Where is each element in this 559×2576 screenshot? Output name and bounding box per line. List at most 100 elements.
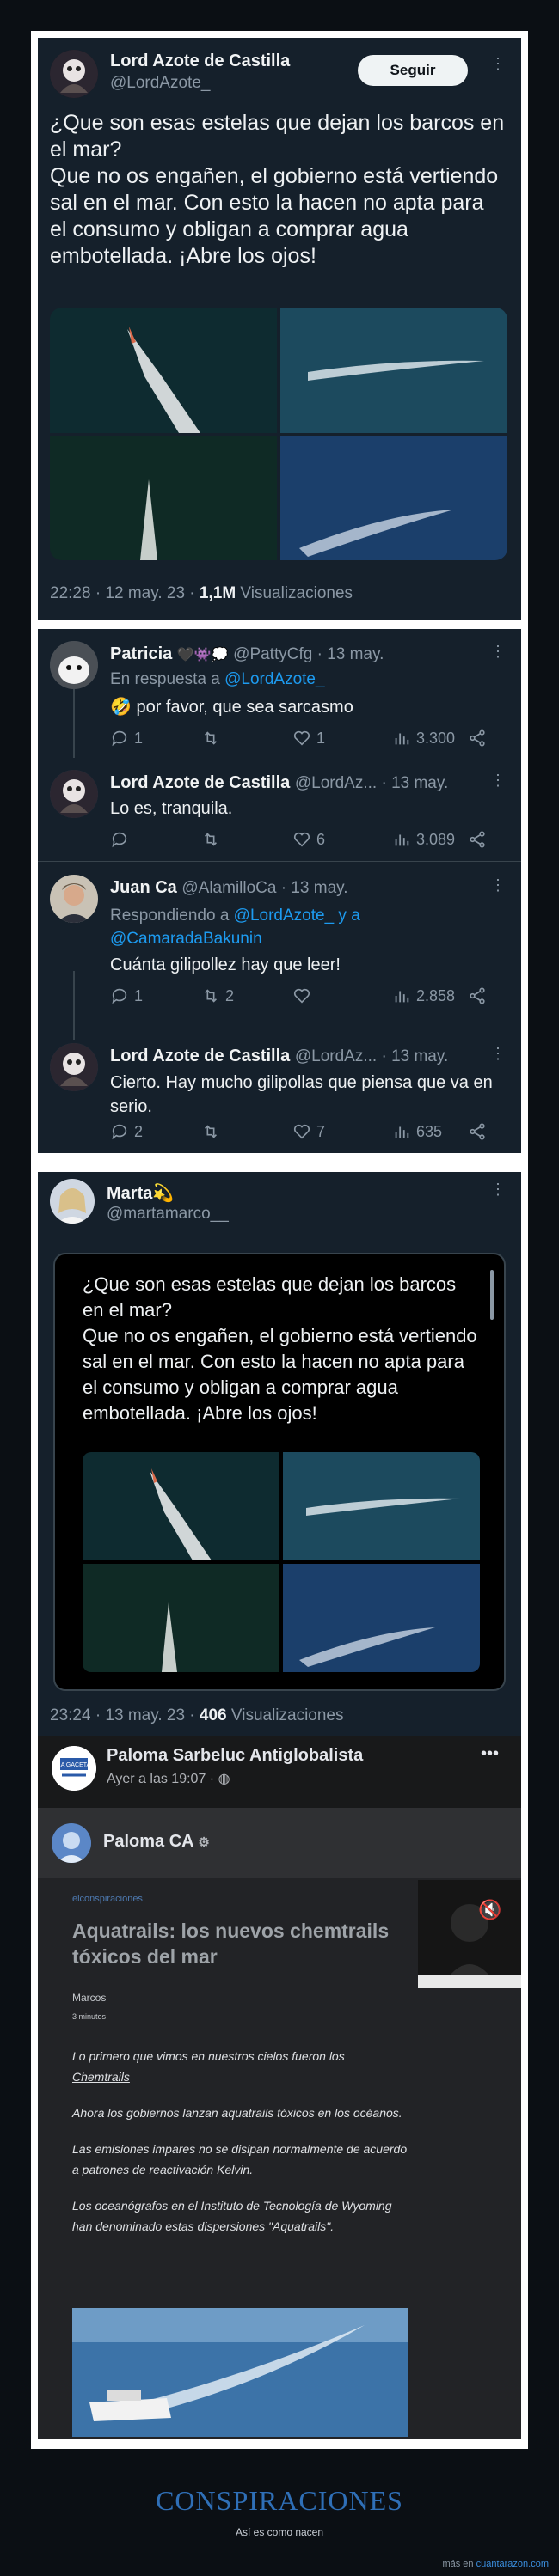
article-paragraph: Las emisiones impares no se disipan norm… [72,2142,408,2176]
share-button[interactable] [468,830,487,849]
meme-title: CONSPIRACIONES [156,2485,403,2516]
credit-link[interactable]: cuantarazon.com [476,2559,549,2569]
views-button[interactable]: 3.089 [392,830,455,849]
avatar[interactable] [50,1043,98,1091]
chemtrails-link[interactable]: Chemtrails [72,2070,130,2084]
views-button[interactable]: 635 [392,1122,442,1141]
reply-button[interactable]: 1 [110,986,143,1005]
more-options-icon[interactable]: ⋮ [490,1045,507,1063]
more-options-icon[interactable]: ••• [481,1744,499,1764]
comment-icon [112,832,127,848]
avatar[interactable] [50,770,98,818]
shared-screenshot[interactable]: Paloma CA ⚙ elconspiraciones Aquatrails:… [38,1808,521,2439]
avatar[interactable]: LA GACETA [52,1746,96,1791]
reply-author-name[interactable]: Patricia [110,644,172,663]
retweet-icon [204,731,218,745]
reply-meta[interactable]: @AlamilloCa · 13 may. [181,879,347,897]
views-label: Visualizaciones [226,1706,344,1724]
retweet-button[interactable]: 2 [201,986,234,1005]
retweet-button[interactable] [201,1122,225,1141]
avatar[interactable] [50,641,98,689]
heart-icon [293,1124,310,1139]
views-button[interactable]: 3.300 [392,729,455,748]
retweet-count: 2 [225,986,235,1004]
reply-author-name[interactable]: Lord Azote de Castilla [110,773,290,792]
retweet-button[interactable] [201,830,225,849]
reply-button[interactable]: 1 [110,729,143,748]
inner-header: Paloma CA ⚙ [38,1808,521,1878]
inner-author-name[interactable]: Paloma CA ⚙ [103,1832,210,1852]
video-thumbnail[interactable]: 🔇 [418,1880,521,1988]
comment-icon [112,730,127,747]
share-button[interactable] [468,1122,487,1141]
article-paragraph: Lo primero que vimos en nuestros cielos … [72,2046,408,2087]
original-tweet-panel: Lord Azote de Castilla @LordAzote_ Segui… [38,38,521,620]
reply-actions: 1 2 2.858 [38,986,521,1007]
reply-to-link[interactable]: @LordAzote_ [224,670,324,688]
article-author: Marcos [72,1992,107,2004]
credit-prefix: más en [442,2559,476,2569]
reply-meta[interactable]: @PattyCfg · 13 may. [233,645,384,663]
tweet-image-grid[interactable] [50,308,507,560]
quoted-image-grid[interactable] [83,1452,480,1672]
more-options-icon[interactable]: ⋮ [490,876,507,894]
replies-panel: Patricia 🖤👾💭 @PattyCfg · 13 may. ⋮ En re… [38,629,521,1153]
article-title[interactable]: Aquatrails: los nuevos chemtrails tóxico… [72,1918,408,1969]
reply-button[interactable]: 2 [110,1122,143,1141]
reply-meta[interactable]: @LordAz... · 13 may. [295,1047,448,1065]
analytics-icon [395,991,409,1003]
like-button[interactable]: 1 [292,729,325,748]
scrollbar[interactable] [490,1270,494,1320]
heart-icon [293,730,310,746]
tweet-time: 23:24 · 13 may. 23 · [50,1706,200,1724]
settings-icon: ⚙ [198,1835,210,1850]
tweet-timestamp[interactable]: 22:28 · 12 may. 23 · 1,1M Visualizacione… [50,584,353,603]
reply-meta[interactable]: @LordAz... · 13 may. [295,774,448,792]
article-paragraph: Ahora los gobiernos lanzan aquatrails tó… [72,2106,402,2120]
author-name[interactable]: Lord Azote de Castilla [110,52,290,71]
reply-count: 1 [134,729,144,747]
like-count: 6 [316,830,326,848]
reply-author-name[interactable]: Juan Ca [110,878,177,897]
heart-icon [293,832,310,847]
reply-prefix: En respuesta a [110,670,225,688]
article-paragraph-text: Lo primero que vimos en nuestros cielos … [72,2049,345,2063]
author-handle[interactable]: @martamarco__ [107,1205,229,1224]
like-button[interactable]: 7 [292,1122,325,1141]
author-name[interactable]: Marta💫 [107,1182,174,1204]
more-options-icon[interactable]: ⋮ [490,55,507,73]
reply-author-name[interactable]: Lord Azote de Castilla [110,1047,290,1065]
author-handle[interactable]: @LordAzote_ [110,74,210,93]
article-image[interactable] [72,2308,408,2437]
like-button[interactable] [292,986,316,1005]
more-options-icon[interactable]: ⋮ [490,772,507,790]
avatar[interactable] [52,1823,91,1863]
reply-prefix: Respondiendo a [110,906,234,925]
post-time-text: Ayer a las 19:07 · [107,1772,218,1786]
share-button[interactable] [468,986,487,1005]
follow-button[interactable]: Seguir [358,55,468,86]
avatar[interactable] [50,875,98,923]
post-time[interactable]: Ayer a las 19:07 · ◍ [107,1770,230,1787]
reply-actions: 2 7 635 [38,1122,521,1143]
facebook-post: LA GACETA Paloma Sarbeluc Antiglobalista… [38,1736,521,2439]
retweet-icon [204,1125,218,1138]
avatar[interactable] [50,1179,95,1224]
views-button[interactable]: 2.858 [392,986,455,1005]
mute-icon[interactable]: 🔇 [478,1899,501,1921]
reply-text: Lo es, tranquila. [110,799,233,818]
quoted-tweet[interactable]: ¿Que son esas estelas que dejan los barc… [53,1253,506,1691]
like-button[interactable]: 6 [292,830,325,849]
more-options-icon[interactable]: ⋮ [490,1181,507,1199]
share-button[interactable] [468,729,487,748]
avatar[interactable] [50,50,98,98]
tweet-timestamp[interactable]: 23:24 · 13 may. 23 · 406 Visualizaciones [50,1706,344,1725]
article-site[interactable]: elconspiraciones [72,1894,408,1904]
credit: más en cuantarazon.com [442,2559,549,2569]
more-options-icon[interactable]: ⋮ [490,643,507,661]
analytics-icon [395,733,409,745]
retweet-button[interactable] [201,729,225,748]
reply-button[interactable] [110,830,134,849]
reply-actions: 6 3.089 [38,830,521,851]
author-name[interactable]: Paloma Sarbeluc Antiglobalista [107,1746,363,1766]
